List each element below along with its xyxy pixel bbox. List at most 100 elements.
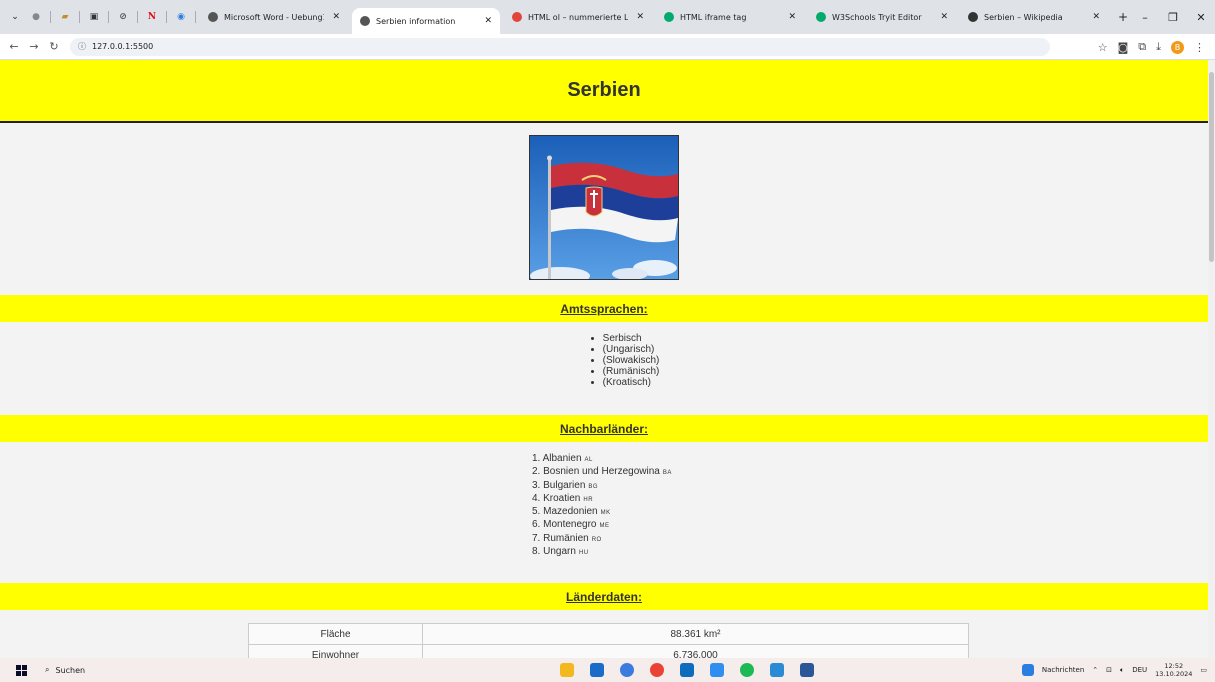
close-tab-icon[interactable]: ✕ [1092, 12, 1100, 22]
close-tab-icon[interactable]: ✕ [636, 12, 644, 22]
flag-section [0, 123, 1208, 295]
stop-icon [512, 12, 522, 22]
forward-arrow-icon[interactable]: → [24, 40, 44, 53]
languages-heading-bar: Amtssprachen: [0, 295, 1208, 322]
page-title: Serbien [567, 79, 641, 101]
tab-serbien-information[interactable]: Serbien information ✕ [352, 8, 500, 34]
taskbar-apps [560, 658, 814, 682]
tab-wikipedia[interactable]: Serbien – Wikipedia ✕ [960, 4, 1108, 30]
tab-html-iframe[interactable]: HTML iframe tag ✕ [656, 4, 804, 30]
spotify-icon[interactable] [740, 663, 754, 677]
list-item: 5. Mazedonien MK [532, 506, 611, 518]
browser-tab-strip: ⌄ ● ▰ ▣ ⊘ N ◉ Microsoft Word - Uebung1_H… [0, 0, 1215, 34]
word-icon[interactable] [800, 663, 814, 677]
country-data-heading-bar: Länderdaten: [0, 583, 1208, 610]
tab-search-icon[interactable]: ⌄ [8, 10, 22, 24]
system-tray: Nachrichten ⌃ ⊡ 🔈︎ DEU 12:52 13.10.2024 … [1021, 658, 1207, 682]
list-item: 7. Rumänien RO [532, 532, 602, 544]
download-icon[interactable]: ⤓ [1156, 40, 1161, 54]
tab-w3schools-tryit[interactable]: W3Schools Tryit Editor ✕ [808, 4, 956, 30]
menu-kebab-icon[interactable]: ⋮ [1194, 41, 1205, 54]
tab-html-ol[interactable]: HTML ol – nummerierte Liste ✕ [504, 4, 652, 30]
chevron-up-icon[interactable]: ⌃ [1092, 666, 1098, 674]
site-info-icon[interactable]: ⓘ [78, 41, 86, 52]
bookmark-star-icon[interactable]: ☆ [1098, 41, 1108, 54]
edge-icon[interactable] [620, 663, 634, 677]
page-viewport: Serbien Amtssprachen: • Serbisch • (Unga… [0, 60, 1208, 658]
list-item: Serbisch [603, 333, 660, 344]
scrollbar-thumb[interactable] [1209, 72, 1214, 262]
pinned-tab-app[interactable]: ◉ [173, 9, 189, 25]
vscode-icon[interactable] [770, 663, 784, 677]
close-tab-icon[interactable]: ✕ [788, 12, 796, 22]
list-item: 2. Bosnien und Herzegowina BA [532, 466, 672, 478]
close-tab-icon[interactable]: ✕ [332, 12, 340, 22]
file-explorer-icon[interactable] [560, 663, 574, 677]
language-indicator[interactable]: DEU [1132, 666, 1147, 674]
page-header: Serbien [0, 60, 1208, 123]
list-item: (Kroatisch) [603, 377, 660, 388]
close-window-icon[interactable]: ✕ [1187, 11, 1215, 24]
back-arrow-icon[interactable]: ← [4, 40, 24, 53]
list-item: 8. Ungarn HU [532, 546, 589, 558]
table-cell-label: Fläche [248, 623, 423, 645]
new-tab-plus-icon[interactable]: + [1116, 10, 1130, 24]
w3schools-icon [664, 12, 674, 22]
volume-icon[interactable]: 🔈︎ [1120, 666, 1124, 675]
list-item: (Rumänisch) [603, 366, 660, 377]
pinned-tab-chrome[interactable]: ● [28, 9, 44, 25]
clock[interactable]: 12:52 13.10.2024 [1155, 662, 1192, 678]
windows-taskbar: ⌕ Suchen Nachrichten ⌃ ⊡ 🔈︎ DEU 12:52 13… [0, 658, 1215, 682]
puzzle-extensions-icon[interactable]: ⧉ [1138, 40, 1146, 54]
taskbar-search[interactable]: ⌕ Suchen [45, 665, 85, 675]
page-scrollbar[interactable] [1208, 60, 1215, 658]
country-data-heading: Länderdaten: [565, 589, 642, 604]
neighbors-heading: Nachbarländer: [559, 421, 649, 436]
profile-avatar[interactable]: B [1171, 40, 1184, 54]
list-item: 3. Bulgarien BG [532, 479, 599, 491]
pinned-tab-globe[interactable]: ⊘ [115, 9, 131, 25]
languages-heading: Amtssprachen: [560, 301, 648, 316]
serbia-flag-image [529, 135, 679, 280]
tab-word[interactable]: Microsoft Word - Uebung1_H ✕ [200, 4, 348, 30]
globe-icon [208, 12, 218, 22]
list-item: (Ungarisch) [603, 344, 660, 355]
app-icon[interactable] [710, 663, 724, 677]
windows-start-icon[interactable] [16, 664, 27, 676]
globe-icon [360, 16, 370, 26]
list-item: 4. Kroatien HR [532, 492, 594, 504]
news-label[interactable]: Nachrichten [1042, 666, 1084, 674]
extension-icon[interactable]: ◙ [1118, 41, 1129, 54]
list-item: 6. Montenegro ME [532, 519, 610, 531]
pinned-tab-calendar[interactable]: ▣ [86, 9, 102, 25]
neighbors-list: 1. Albanien AL 2. Bosnien und Herzegowina… [532, 453, 672, 559]
chrome-icon[interactable] [650, 663, 664, 677]
table-cell-value: 88.361 km² [422, 623, 969, 645]
network-icon[interactable]: ⊡ [1106, 666, 1112, 674]
news-icon[interactable] [1021, 664, 1034, 676]
browser-toolbar: ☆ ◙ ⧉ ⤓ B ⋮ [1098, 34, 1205, 60]
search-icon: ⌕ [45, 665, 50, 674]
wikipedia-icon [968, 12, 978, 22]
neighbors-section: 1. Albanien AL 2. Bosnien und Herzegowina… [0, 442, 1208, 583]
close-tab-icon[interactable]: ✕ [940, 12, 948, 22]
outlook-icon[interactable] [680, 663, 694, 677]
table-row: Fläche 88.361 km² [248, 623, 969, 645]
notification-icon[interactable]: ▭ [1200, 666, 1207, 674]
pinned-tab-netflix[interactable]: N [144, 9, 160, 25]
restore-icon[interactable]: ❐ [1159, 11, 1187, 24]
url-input[interactable]: ⓘ 127.0.0.1:5500 [70, 37, 1050, 56]
languages-section: Serbisch (Ungarisch) (Slowakisch) (Rumän… [0, 322, 1208, 415]
w3schools-icon [816, 12, 826, 22]
address-bar-row: ← → ↻ ⓘ 127.0.0.1:5500 ☆ ◙ ⧉ ⤓ B ⋮ [0, 34, 1215, 60]
reload-icon[interactable]: ↻ [44, 40, 64, 53]
window-controls: – ❐ ✕ [1131, 0, 1215, 34]
neighbors-heading-bar: Nachbarländer: [0, 415, 1208, 442]
list-item: 1. Albanien AL [532, 453, 593, 464]
store-icon[interactable] [590, 663, 604, 677]
close-tab-icon[interactable]: ✕ [484, 16, 492, 26]
languages-list: Serbisch (Ungarisch) (Slowakisch) (Rumän… [589, 333, 660, 415]
minimize-icon[interactable]: – [1131, 11, 1159, 24]
pinned-tab-folder[interactable]: ▰ [57, 9, 73, 25]
list-item: (Slowakisch) [603, 355, 660, 366]
